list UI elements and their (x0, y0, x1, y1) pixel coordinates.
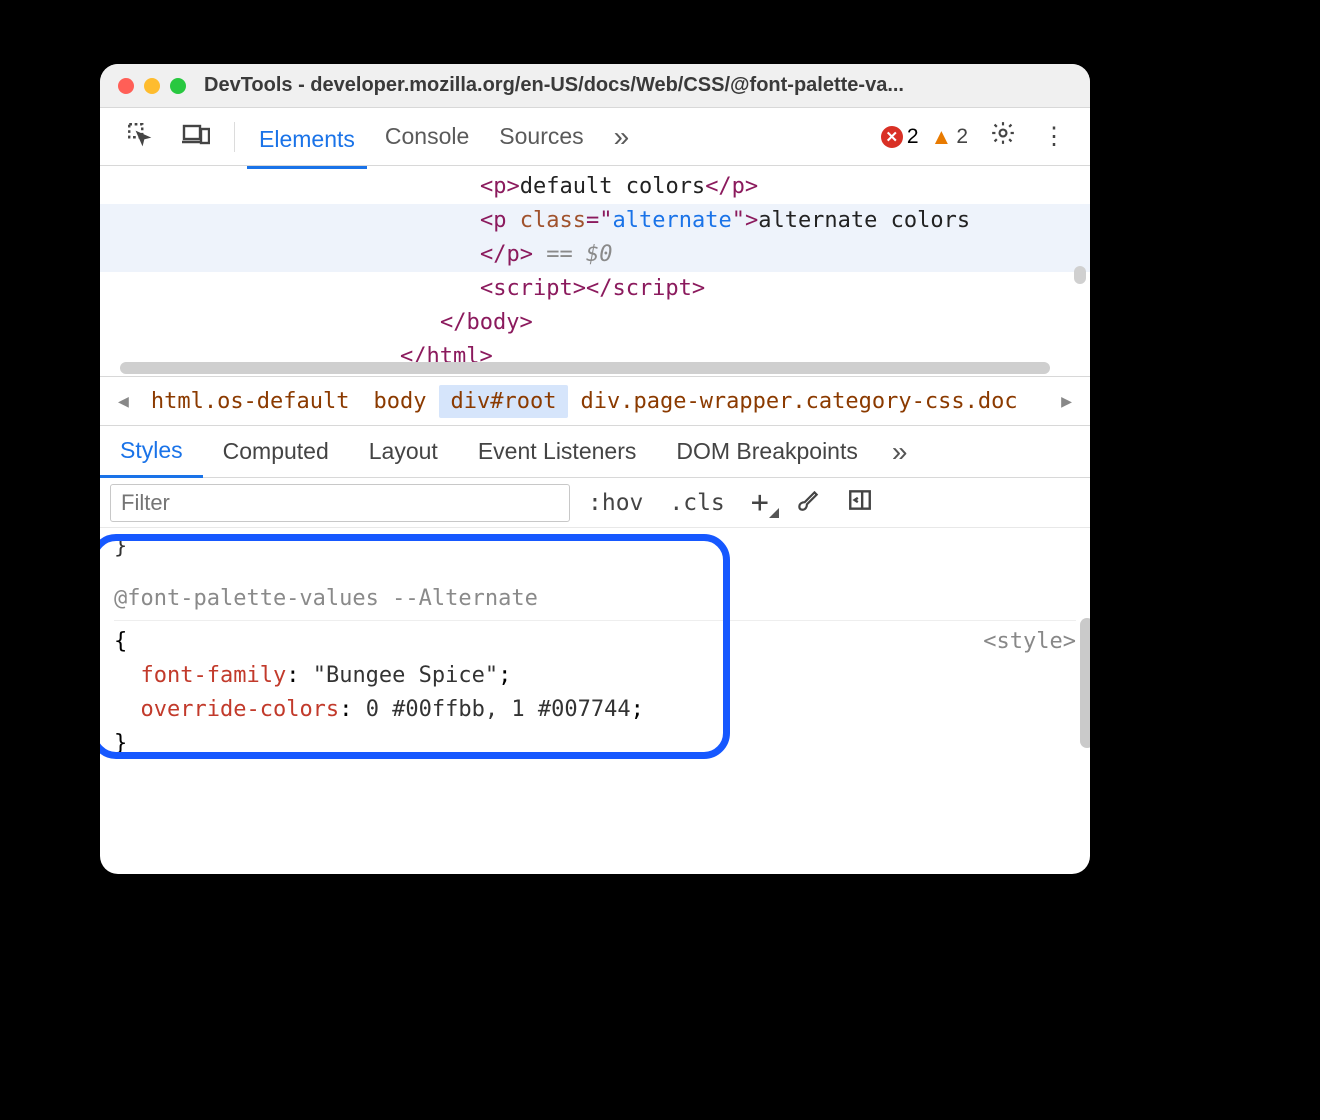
breadcrumb-item[interactable]: html.os-default (139, 385, 362, 418)
devtools-window: DevTools - developer.mozilla.org/en-US/d… (100, 64, 1090, 874)
rule-brace-close: } (114, 727, 1076, 761)
new-style-rule-button[interactable]: + (743, 485, 777, 520)
tab-console[interactable]: Console (373, 117, 481, 156)
styles-filter-input[interactable] (110, 484, 570, 522)
traffic-lights (118, 78, 186, 94)
device-toolbar-icon[interactable] (170, 115, 222, 159)
breadcrumb-scroll-right-icon[interactable]: ▶ (1051, 391, 1082, 412)
css-declaration[interactable]: font-family: "Bungee Spice"; (114, 659, 1076, 693)
tab-dom-breakpoints[interactable]: DOM Breakpoints (656, 430, 878, 473)
tab-sources[interactable]: Sources (487, 117, 595, 156)
window-title: DevTools - developer.mozilla.org/en-US/d… (204, 74, 1072, 97)
vertical-scrollbar[interactable] (1074, 266, 1086, 284)
brush-icon[interactable] (787, 487, 829, 519)
toggle-classes-button[interactable]: .cls (661, 490, 732, 516)
dom-node[interactable]: </body> (100, 306, 1090, 340)
titlebar: DevTools - developer.mozilla.org/en-US/d… (100, 64, 1090, 108)
minimize-window-button[interactable] (144, 78, 160, 94)
tabs-overflow-icon[interactable]: » (602, 115, 642, 159)
toggle-sidebar-icon[interactable] (839, 487, 881, 519)
tab-layout[interactable]: Layout (349, 430, 458, 473)
styles-filter-bar: :hov .cls + (100, 478, 1090, 528)
breadcrumb-bar: ◀ html.os-default body div#root div.page… (100, 376, 1090, 426)
inspect-element-icon[interactable] (114, 115, 164, 159)
breadcrumb-item-selected[interactable]: div#root (439, 385, 569, 418)
rule-brace-close: } (114, 530, 1076, 564)
error-icon: ✕ (881, 126, 903, 148)
rule-brace-open: { (114, 629, 127, 654)
dom-node[interactable]: <p>default colors</p> (100, 170, 1090, 204)
toggle-hover-button[interactable]: :hov (580, 490, 651, 516)
warning-count: 2 (956, 125, 968, 149)
tab-elements[interactable]: Elements (247, 120, 367, 169)
css-declaration[interactable]: override-colors: 0 #00ffbb, 1 #007744; (114, 693, 1076, 727)
toolbar-separator (234, 122, 235, 152)
breadcrumb-scroll-left-icon[interactable]: ◀ (108, 391, 139, 412)
rule-source-link[interactable]: <style> (983, 625, 1076, 659)
tab-event-listeners[interactable]: Event Listeners (458, 430, 657, 473)
styles-pane-tabs: Styles Computed Layout Event Listeners D… (100, 426, 1090, 478)
dom-node-selected-close[interactable]: </p> == $0 (100, 238, 1090, 272)
vertical-scrollbar[interactable] (1080, 618, 1090, 748)
breadcrumb-item[interactable]: body (362, 385, 439, 418)
close-window-button[interactable] (118, 78, 134, 94)
styles-rules-pane[interactable]: } @font-palette-values --Alternate <styl… (100, 528, 1090, 874)
settings-gear-icon[interactable] (980, 120, 1026, 153)
tab-computed[interactable]: Computed (203, 430, 349, 473)
dom-node-selected[interactable]: <p class="alternate">alternate colors (100, 204, 1090, 238)
more-menu-icon[interactable]: ⋮ (1032, 122, 1076, 151)
rule-selector[interactable]: @font-palette-values --Alternate (114, 582, 1076, 621)
zoom-window-button[interactable] (170, 78, 186, 94)
tab-styles[interactable]: Styles (100, 429, 203, 478)
dom-node[interactable]: <script></script> (100, 272, 1090, 306)
error-count: 2 (907, 125, 919, 149)
issues-summary[interactable]: ✕ 2 ▲ 2 (881, 124, 968, 150)
dom-tree-pane[interactable]: <p>default colors</p> <p class="alternat… (100, 166, 1090, 376)
horizontal-scrollbar[interactable] (120, 362, 1050, 374)
main-toolbar: Elements Console Sources » ✕ 2 ▲ 2 ⋮ (100, 108, 1090, 166)
breadcrumb-item[interactable]: div.page-wrapper.category-css.doc (568, 385, 1029, 418)
styles-tabs-overflow-icon[interactable]: » (878, 436, 922, 468)
warning-icon: ▲ (931, 124, 953, 150)
